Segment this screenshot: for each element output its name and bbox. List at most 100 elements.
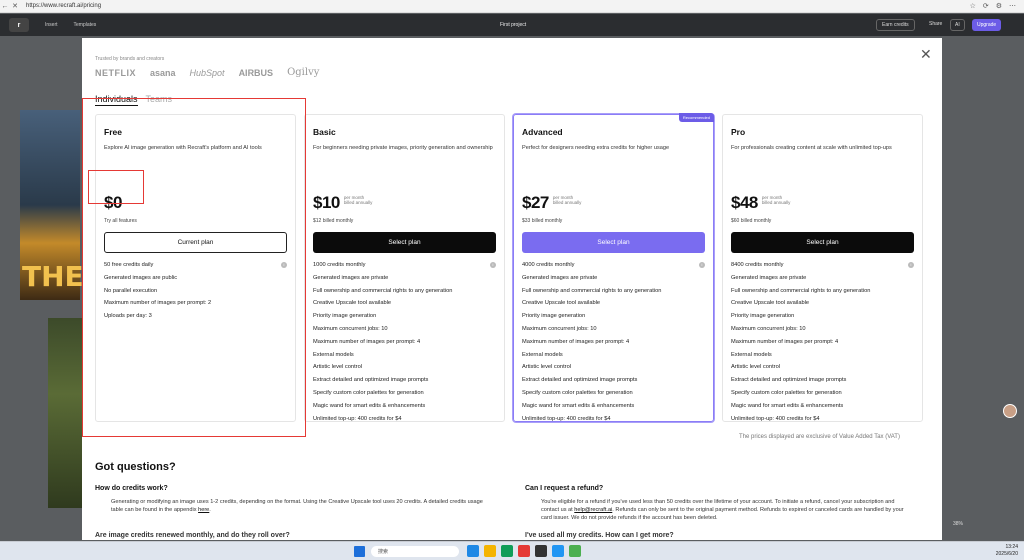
feature-item: Full ownership and commercial rights to … (313, 287, 453, 294)
brand-logo: Ogilvy (287, 67, 320, 78)
faq-answer: You're eligible for a refund if you've u… (541, 499, 904, 521)
annotation-box-free-plan (82, 98, 306, 437)
info-icon[interactable]: i (908, 262, 914, 268)
feature-item: Maximum concurrent jobs: 10 (313, 325, 388, 332)
feature-item: Specify custom color palettes for genera… (731, 389, 842, 396)
appendix-link[interactable]: here (198, 507, 209, 513)
feature-item: Generated images are private (522, 274, 598, 281)
annotation-box-free-price (88, 170, 144, 204)
brand-logo: AIRBUS (238, 67, 274, 78)
plan-name: Basic (313, 127, 336, 137)
feature-item: Unlimited top-up: 400 credits for $4 (731, 415, 820, 422)
feature-item: Unlimited top-up: 400 credits for $4 (313, 415, 402, 422)
plan-name: Advanced (522, 127, 563, 137)
star-icon[interactable]: ☆ (970, 2, 976, 10)
plan-description: For beginners needing private images, pr… (313, 145, 493, 151)
address-bar[interactable]: https://www.recraft.ai/pricing (26, 3, 101, 9)
back-icon[interactable]: ← (0, 3, 10, 10)
select-plan-advanced-button[interactable]: Select plan (522, 232, 705, 253)
feature-item: Priority image generation (731, 313, 795, 320)
clock[interactable]: 13:24 2025/6/20 (996, 544, 1018, 558)
insert-menu[interactable]: Insert (45, 22, 58, 28)
feature-item: External models (313, 351, 354, 358)
feature-item: Unlimited top-up: 400 credits for $4 (522, 415, 611, 422)
zoom-level[interactable]: 38% (953, 521, 963, 527)
windows-start-icon[interactable] (354, 546, 365, 557)
info-icon[interactable]: i (490, 262, 496, 268)
feature-item: Artistic level control (313, 364, 362, 371)
feature-item: Maximum number of images per prompt: 4 (522, 338, 630, 345)
feature-item: Maximum number of images per prompt: 4 (731, 338, 839, 345)
app-icon[interactable] (467, 545, 479, 557)
faq-answer: Generating or modifying an image uses 1-… (111, 499, 483, 513)
plan-name: Pro (731, 127, 746, 137)
avatar[interactable] (1003, 404, 1017, 418)
plan-description: For professionals creating content at sc… (731, 145, 892, 151)
faq-question[interactable]: I've used all my credits. How can I get … (525, 532, 674, 539)
billed-note: $33 billed monthly (522, 218, 563, 224)
help-email-link[interactable]: help@recraft.ai (574, 507, 612, 513)
app-icon[interactable] (535, 545, 547, 557)
billed-note: $60 billed monthly (731, 218, 772, 224)
close-tab-icon[interactable]: ✕ (10, 2, 20, 10)
feature-item: Full ownership and commercial rights to … (522, 287, 662, 294)
share-button[interactable]: Share (929, 21, 942, 27)
plan-price: $10 (313, 193, 340, 212)
price-period: per month billed annually (761, 195, 791, 205)
select-plan-basic-button[interactable]: Select plan (313, 232, 496, 253)
folder-icon[interactable] (484, 545, 496, 557)
plan-card-3: Pro For professionals creating content at… (722, 114, 923, 422)
feature-item: 4000 credits monthly i (522, 259, 705, 272)
menu-icon[interactable]: ⋯ (1009, 2, 1016, 10)
extensions-icon[interactable]: ⚙ (996, 2, 1002, 10)
billed-note: $12 billed monthly (313, 218, 354, 224)
feature-item: Priority image generation (313, 313, 377, 320)
feature-item: Artistic level control (731, 364, 780, 371)
app-logo-icon[interactable]: r (9, 18, 29, 32)
faq-question[interactable]: Are image credits renewed monthly, and d… (95, 532, 290, 539)
upgrade-button[interactable]: Upgrade (972, 19, 1002, 31)
feature-item: Priority image generation (522, 313, 586, 320)
info-icon[interactable]: i (699, 262, 705, 268)
browser-icon[interactable] (501, 545, 513, 557)
feature-item: Maximum number of images per prompt: 4 (313, 338, 421, 345)
earn-credits-button[interactable]: Earn credits (876, 19, 915, 31)
taskbar-search[interactable]: 搜索 (371, 546, 459, 557)
feature-list: 8400 credits monthly i Generated images ar… (731, 259, 914, 425)
feature-item: Magic wand for smart edits & enhancement… (731, 402, 844, 409)
feature-item: Creative Upscale tool available (522, 300, 601, 307)
faq-title: Got questions? (95, 461, 176, 473)
faq-question[interactable]: Can I request a refund? (525, 485, 603, 492)
select-plan-pro-button[interactable]: Select plan (731, 232, 914, 253)
ai-button[interactable]: AI (950, 19, 965, 31)
app-icon[interactable] (518, 545, 530, 557)
templates-menu[interactable]: Templates (74, 22, 97, 28)
feature-item: Creative Upscale tool available (313, 300, 392, 307)
recommended-badge: Recommended (678, 113, 714, 122)
close-icon[interactable]: ✕ (920, 46, 932, 63)
taskbar-apps (467, 545, 581, 557)
plan-card-1: Basic For beginners needing private image… (304, 114, 505, 422)
app-icon[interactable] (552, 545, 564, 557)
feature-item: Magic wand for smart edits & enhancement… (313, 402, 426, 409)
brand-logo: asana (150, 67, 176, 78)
brand-logos: NETFLIX asana HubSpot AIRBUS Ogilvy (95, 67, 319, 78)
plan-description: Perfect for designers needing extra cred… (522, 145, 670, 151)
feature-item: Artistic level control (522, 364, 571, 371)
feature-list: 4000 credits monthly i Generated images ar… (522, 259, 705, 425)
refresh-icon[interactable]: ⟳ (983, 2, 989, 10)
feature-item: Extract detailed and optimized image pro… (522, 377, 638, 384)
price-period: per month billed annually (343, 195, 373, 205)
taskbar: 搜索 13:24 2025/6/20 (0, 541, 1024, 560)
feature-list: 1000 credits monthly i Generated images ar… (313, 259, 496, 425)
feature-item: 1000 credits monthly i (313, 259, 496, 272)
faq-question[interactable]: How do credits work? (95, 485, 168, 492)
feature-item: External models (731, 351, 772, 358)
trusted-label: Trusted by brands and creators (95, 56, 165, 62)
project-selector[interactable]: First project (500, 22, 526, 28)
feature-item: Extract detailed and optimized image pro… (313, 377, 429, 384)
feature-item: Generated images are private (313, 274, 389, 281)
feature-item: Specify custom color palettes for genera… (313, 389, 424, 396)
wechat-icon[interactable] (569, 545, 581, 557)
feature-item: Extract detailed and optimized image pro… (731, 377, 847, 384)
